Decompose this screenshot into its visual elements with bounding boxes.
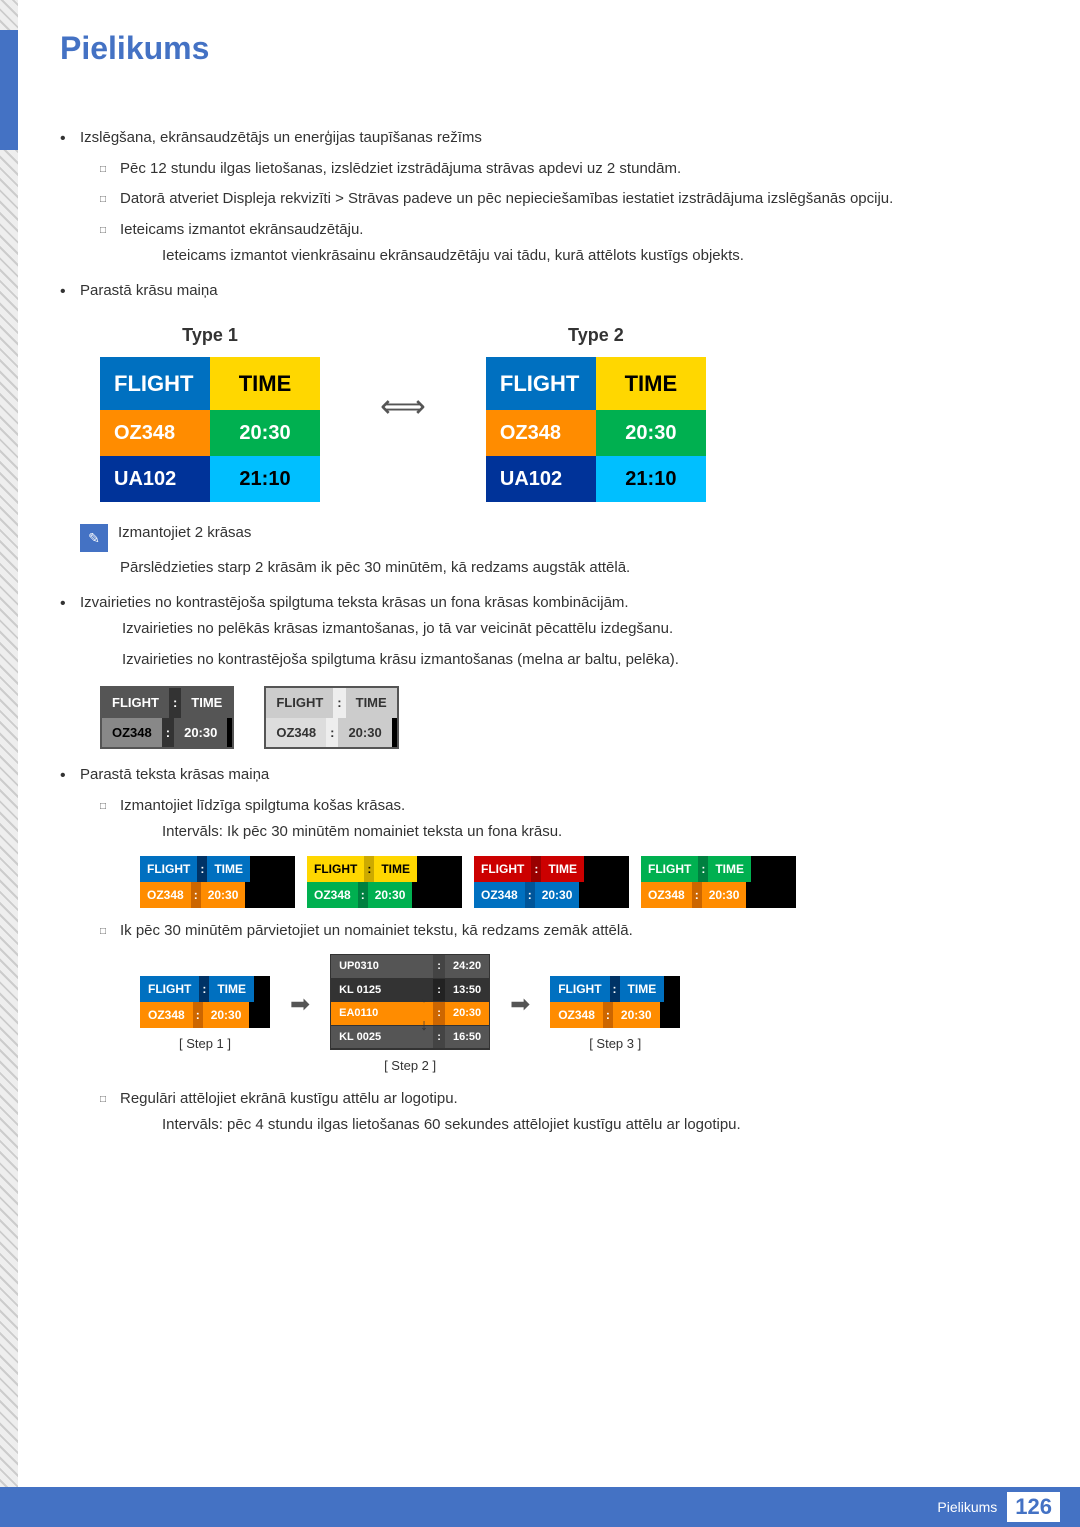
steps-row: FLIGHT : TIME OZ348 : 20:30 [140,954,1040,1076]
type1-ua102: UA102 [100,456,210,502]
page-footer: Pielikums 126 [0,1487,1080,1527]
color-board-4: FLIGHT : TIME OZ348 : 20:30 [641,856,796,908]
type1-flight-header: FLIGHT [100,357,210,410]
flight-board-type1: FLIGHT TIME OZ348 20:30 UA102 21:10 [100,357,320,502]
sub-item-4-1: Izmantojiet līdzīga spilgtuma košas krās… [100,795,1040,908]
color-board-1: FLIGHT : TIME OZ348 : 20:30 [140,856,295,908]
type1-block: Type 1 FLIGHT TIME OZ348 20:30 UA102 21: [100,322,320,502]
flight-board-type2: FLIGHT TIME OZ348 20:30 UA102 21:10 [486,357,706,502]
type2-oz348: OZ348 [486,410,596,456]
step2-block: UP0310 : 24:20 KL 0125 : 13:50 [330,954,490,1076]
step3-label: [ Step 3 ] [589,1034,641,1054]
list-item-3: Izvairieties no kontrastējoša spilgtuma … [60,592,1040,750]
double-arrow: ⟺ [380,382,426,430]
type2-label: Type 2 [568,322,624,349]
type2-ua102: UA102 [486,456,596,502]
type1-label: Type 1 [182,322,238,349]
note-text: Izmantojiet 2 krāsas [118,522,251,545]
list-item-4: Parastā teksta krāsas maiņa Izmantojiet … [60,764,1040,1137]
step2-label: [ Step 2 ] [384,1056,436,1076]
type2-block: Type 2 FLIGHT TIME OZ348 20:30 UA102 21: [486,322,706,502]
step3-board: FLIGHT : TIME OZ348 : 20:30 [550,976,680,1028]
page-title: Pielikums [60,30,1040,67]
type2-time-header: TIME [596,357,706,410]
type1-oz348: OZ348 [100,410,210,456]
sub-item-1-3: Ieteicams izmantot ekrānsaudzētāju. Iete… [100,219,1040,268]
bullet1-text: Izslēgšana, ekrānsaudzētājs un enerģijas… [80,129,482,146]
color-board-3: FLIGHT : TIME OZ348 : 20:30 [474,856,629,908]
step2-board: UP0310 : 24:20 KL 0125 : 13:50 [330,954,490,1050]
type2-time2: 21:10 [596,456,706,502]
type1-time-header: TIME [210,357,320,410]
bullet3-3-text: Izvairieties no kontrastējoša spilgtuma … [122,649,1040,672]
list-item-1: Izslēgšana, ekrānsaudzētājs un enerģijas… [60,127,1040,268]
step1-block: FLIGHT : TIME OZ348 : 20:30 [140,976,270,1054]
small-board-light: FLIGHT : TIME OZ348 : 20:30 [264,686,398,749]
step1-board: FLIGHT : TIME OZ348 : 20:30 [140,976,270,1028]
bullet3-1-text: Izvairieties no kontrastējoša spilgtuma … [80,594,629,611]
left-accent-bar [0,0,18,1527]
type2-flight-header: FLIGHT [486,357,596,410]
step-arrow-2: ➡ [510,987,530,1023]
footer-label: Pielikums [937,1499,997,1515]
bullet4-text: Parastā teksta krāsas maiņa [80,766,269,783]
sub-item-4-2: Ik pēc 30 minūtēm pārvietojiet un nomain… [100,920,1040,1076]
type-comparison-section: Type 1 FLIGHT TIME OZ348 20:30 UA102 21: [100,322,1040,502]
type1-time1: 20:30 [210,410,320,456]
footer-number: 126 [1007,1492,1060,1522]
sub-item-1-1: Pēc 12 stundu ilgas lietošanas, izslēdzi… [100,158,1040,181]
step1-label: [ Step 1 ] [179,1034,231,1054]
bullet3-2-text: Izvairieties no pelēkās krāsas izmantoša… [122,618,1040,641]
sub4-1-indent: Intervāls: Ik pēc 30 minūtēm nomainiet t… [162,821,1040,844]
sub-item-1-2: Datorā atveriet Displeja rekvizīti > Str… [100,188,1040,211]
step3-block: FLIGHT : TIME OZ348 : 20:30 [550,976,680,1054]
type1-time2: 21:10 [210,456,320,502]
sub4-3-indent: Intervāls: pēc 4 stundu ilgas lietošanas… [162,1114,1040,1137]
note-sub-text: Pārslēdzieties starp 2 krāsām ik pēc 30 … [120,557,1040,580]
note-icon [80,524,108,552]
color-boards-row: FLIGHT : TIME OZ348 : 20:30 [140,856,1040,908]
list-item-2: Parastā krāsu maiņa Type 1 FLIGHT TIME O… [60,280,1040,580]
sub1-3-indent: Ieteicams izmantot vienkrāsainu ekrānsau… [162,245,1040,268]
note-box: Izmantojiet 2 krāsas [80,522,1040,552]
color-board-2: FLIGHT : TIME OZ348 : 20:30 [307,856,462,908]
small-boards-contrast: FLIGHT : TIME OZ348 : 20:30 FLIGHT : [100,686,1040,749]
small-board-dark: FLIGHT : TIME OZ348 : 20:30 [100,686,234,749]
blue-accent-block [0,30,18,150]
bullet2-text: Parastā krāsu maiņa [80,282,218,299]
step2-down-arrows: ↓ ↓ [420,986,428,1038]
step-arrow-1: ➡ [290,987,310,1023]
type2-time1: 20:30 [596,410,706,456]
sub-item-4-3: Regulāri attēlojiet ekrānā kustīgu attēl… [100,1088,1040,1137]
